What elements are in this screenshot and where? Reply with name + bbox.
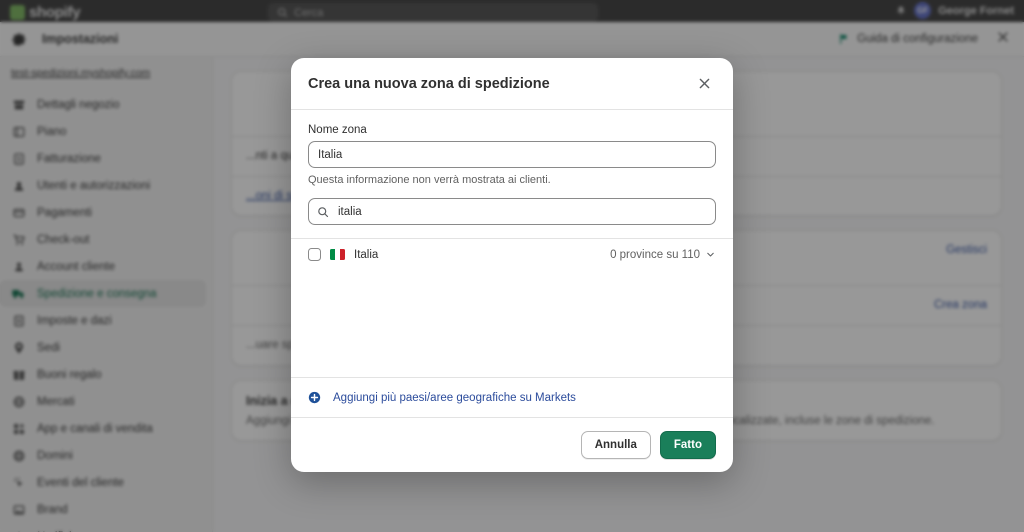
screen-root: shopify Cerca GF George Fornet bbox=[0, 0, 1024, 532]
add-markets-row[interactable]: Aggiungi più paesi/aree geografiche su M… bbox=[291, 377, 733, 417]
plus-circle-icon bbox=[308, 391, 321, 404]
modal-close-button[interactable] bbox=[693, 72, 716, 95]
country-name: Italia bbox=[354, 249, 601, 261]
zone-name-field-block: Nome zona Questa informazione non verrà … bbox=[291, 110, 733, 186]
zone-name-help-text: Questa informazione non verrà mostrata a… bbox=[308, 174, 716, 186]
modal-header: Crea una nuova zona di spedizione bbox=[291, 58, 733, 110]
country-search-input[interactable] bbox=[308, 198, 716, 225]
zone-name-input[interactable] bbox=[308, 141, 716, 168]
zone-name-label: Nome zona bbox=[308, 124, 716, 136]
close-icon bbox=[697, 76, 712, 91]
country-checkbox[interactable] bbox=[308, 248, 321, 261]
done-button[interactable]: Fatto bbox=[660, 431, 716, 459]
country-list-item[interactable]: Italia 0 province su 110 bbox=[291, 239, 733, 270]
province-count-toggle[interactable]: 0 province su 110 bbox=[610, 249, 716, 261]
modal-footer: Annulla Fatto bbox=[291, 417, 733, 472]
cancel-button[interactable]: Annulla bbox=[581, 431, 651, 459]
province-count-label: 0 province su 110 bbox=[610, 249, 700, 261]
modal-title: Crea una nuova zona di spedizione bbox=[308, 76, 550, 92]
create-shipping-zone-modal: Crea una nuova zona di spedizione Nome z… bbox=[291, 58, 733, 472]
country-search-block bbox=[291, 186, 733, 238]
add-markets-link[interactable]: Aggiungi più paesi/aree geografiche su M… bbox=[333, 392, 576, 404]
chevron-down-icon bbox=[705, 249, 716, 260]
modal-body: Nome zona Questa informazione non verrà … bbox=[291, 110, 733, 417]
italy-flag-icon bbox=[330, 249, 345, 260]
country-list: Italia 0 province su 110 bbox=[291, 238, 733, 377]
